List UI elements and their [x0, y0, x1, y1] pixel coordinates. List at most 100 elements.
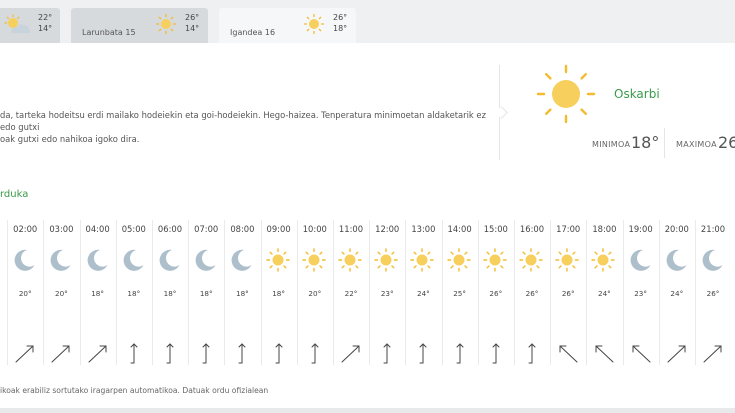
- hour-column: 11:00 22°: [333, 215, 369, 365]
- moon-icon: [663, 247, 689, 273]
- hour-temperature: 20°: [55, 289, 68, 298]
- sun-icon: [265, 247, 291, 273]
- moon-icon: [47, 247, 73, 273]
- hour-time: 08:00: [230, 224, 255, 234]
- hour-column: 04:00 18°: [79, 215, 116, 365]
- hour-column: 13:00 24°: [405, 215, 441, 365]
- hour-temperature: 20°: [308, 289, 322, 298]
- tab-day-label: Igandea 16: [230, 28, 276, 37]
- wind-direction-icon: [701, 341, 725, 365]
- sun-icon: [446, 247, 472, 273]
- hour-time: 20:00: [664, 224, 689, 234]
- hour-temperature: 26°: [525, 289, 539, 298]
- hour-time: 19:00: [628, 224, 653, 234]
- moon-icon: [156, 247, 182, 273]
- sun-icon: [337, 247, 363, 273]
- wind-direction-icon: [0, 341, 1, 365]
- hour-column: 02:00 20°: [7, 215, 43, 365]
- wind-direction-icon: [556, 341, 580, 365]
- sun-icon: [303, 13, 325, 35]
- hour-column: 12:00 23°: [369, 215, 405, 365]
- hour-time: 07:00: [194, 224, 219, 234]
- hour-column: 19:00 23°: [622, 215, 659, 365]
- day-tab-saturday[interactable]: Larunbata 15 26° 14°: [71, 8, 208, 43]
- moon-icon: [228, 247, 254, 273]
- hour-temperature: 22°: [344, 289, 358, 298]
- wind-direction-icon: [267, 341, 291, 365]
- hour-temperature: 18°: [91, 289, 104, 298]
- hour-time: 10:00: [302, 224, 327, 234]
- hour-temperature: 24°: [598, 289, 611, 298]
- wind-direction-icon: [665, 341, 689, 365]
- wind-direction-icon: [122, 341, 146, 365]
- sun-icon: [482, 247, 508, 273]
- hour-column: [0, 215, 7, 365]
- hour-column: 21:00 26°: [695, 215, 731, 365]
- tab-low-temp: 18°: [333, 24, 348, 33]
- hour-time: 06:00: [157, 224, 183, 234]
- condition-label: Oskarbi: [614, 87, 660, 101]
- wind-direction-icon: [520, 341, 544, 365]
- tab-high-temp: 26°: [185, 13, 200, 22]
- wind-direction-icon: [86, 341, 110, 365]
- hour-time: 03:00: [49, 224, 74, 234]
- max-temp-label: MAXIMOA: [676, 140, 717, 149]
- moon-icon: [11, 247, 37, 273]
- hour-temperature: 26°: [489, 289, 503, 298]
- hour-column: 09:00 18°: [260, 215, 297, 365]
- moon-icon: [192, 247, 218, 273]
- wind-direction-icon: [339, 341, 363, 365]
- wind-direction-icon: [13, 341, 37, 365]
- hour-time: 04:00: [85, 224, 110, 234]
- hourly-forecast-strip[interactable]: 02:00 20° 03:00 20° 04:00 18° 05:00 18° 06:00 18°…: [0, 215, 735, 370]
- tab-high-temp: 26°: [333, 13, 348, 22]
- sun-icon: [536, 64, 596, 124]
- page-bottom-strip: [0, 408, 735, 413]
- hour-temperature: 23°: [634, 289, 647, 298]
- moon-icon: [0, 247, 1, 273]
- wind-direction-icon: [303, 341, 327, 365]
- wind-direction-icon: [629, 341, 653, 365]
- hour-temperature: 20°: [18, 289, 32, 298]
- day-tab-sunday[interactable]: Igandea 16 26° 18°: [219, 8, 356, 43]
- sun-icon: [590, 247, 616, 273]
- hour-column: 15:00 26°: [477, 215, 514, 365]
- sun-icon: [518, 247, 544, 273]
- hour-time: 15:00: [483, 224, 508, 234]
- max-temp-value: 26: [718, 133, 735, 152]
- sun-icon: [373, 247, 399, 273]
- description-line: da, tarteka hodeitsu erdi mailako hodeie…: [0, 110, 486, 132]
- hour-column: 14:00 25°: [441, 215, 478, 365]
- sun-icon: [554, 247, 580, 273]
- hour-temperature: 18°: [163, 289, 177, 298]
- hour-column: 05:00 18°: [115, 215, 152, 365]
- hour-temperature: 24°: [417, 289, 430, 298]
- hour-temperature: 18°: [236, 289, 249, 298]
- hour-time: 09:00: [266, 224, 291, 234]
- minmax-divider: [664, 128, 665, 158]
- hour-time: 18:00: [592, 224, 617, 234]
- sun-icon: [409, 247, 435, 273]
- hour-column: 18:00 24°: [586, 215, 622, 365]
- hour-temperature: 23°: [380, 289, 394, 298]
- hour-temperature: 18°: [127, 289, 141, 298]
- hour-temperature: 18°: [272, 289, 285, 298]
- moon-icon: [627, 247, 653, 273]
- hour-time: 05:00: [121, 224, 146, 234]
- hour-time: 12:00: [375, 224, 400, 234]
- partly-cloudy-icon: [4, 14, 31, 33]
- wind-direction-icon: [49, 341, 73, 365]
- hour-time: 13:00: [411, 224, 436, 234]
- sun-icon: [155, 13, 177, 35]
- moon-icon: [699, 247, 725, 273]
- day-tab-friday[interactable]: 22° 14°: [0, 8, 60, 43]
- min-temp-value: 18°: [631, 133, 660, 152]
- tab-low-temp: 14°: [38, 24, 53, 33]
- hour-temperature: 26°: [561, 289, 575, 298]
- hour-column: 10:00 20°: [296, 215, 333, 365]
- hourly-heading: rduka: [0, 189, 29, 200]
- wind-direction-icon: [230, 341, 254, 365]
- hour-time: 11:00: [338, 224, 364, 234]
- wind-direction-icon: [375, 341, 399, 365]
- wind-direction-icon: [448, 341, 472, 365]
